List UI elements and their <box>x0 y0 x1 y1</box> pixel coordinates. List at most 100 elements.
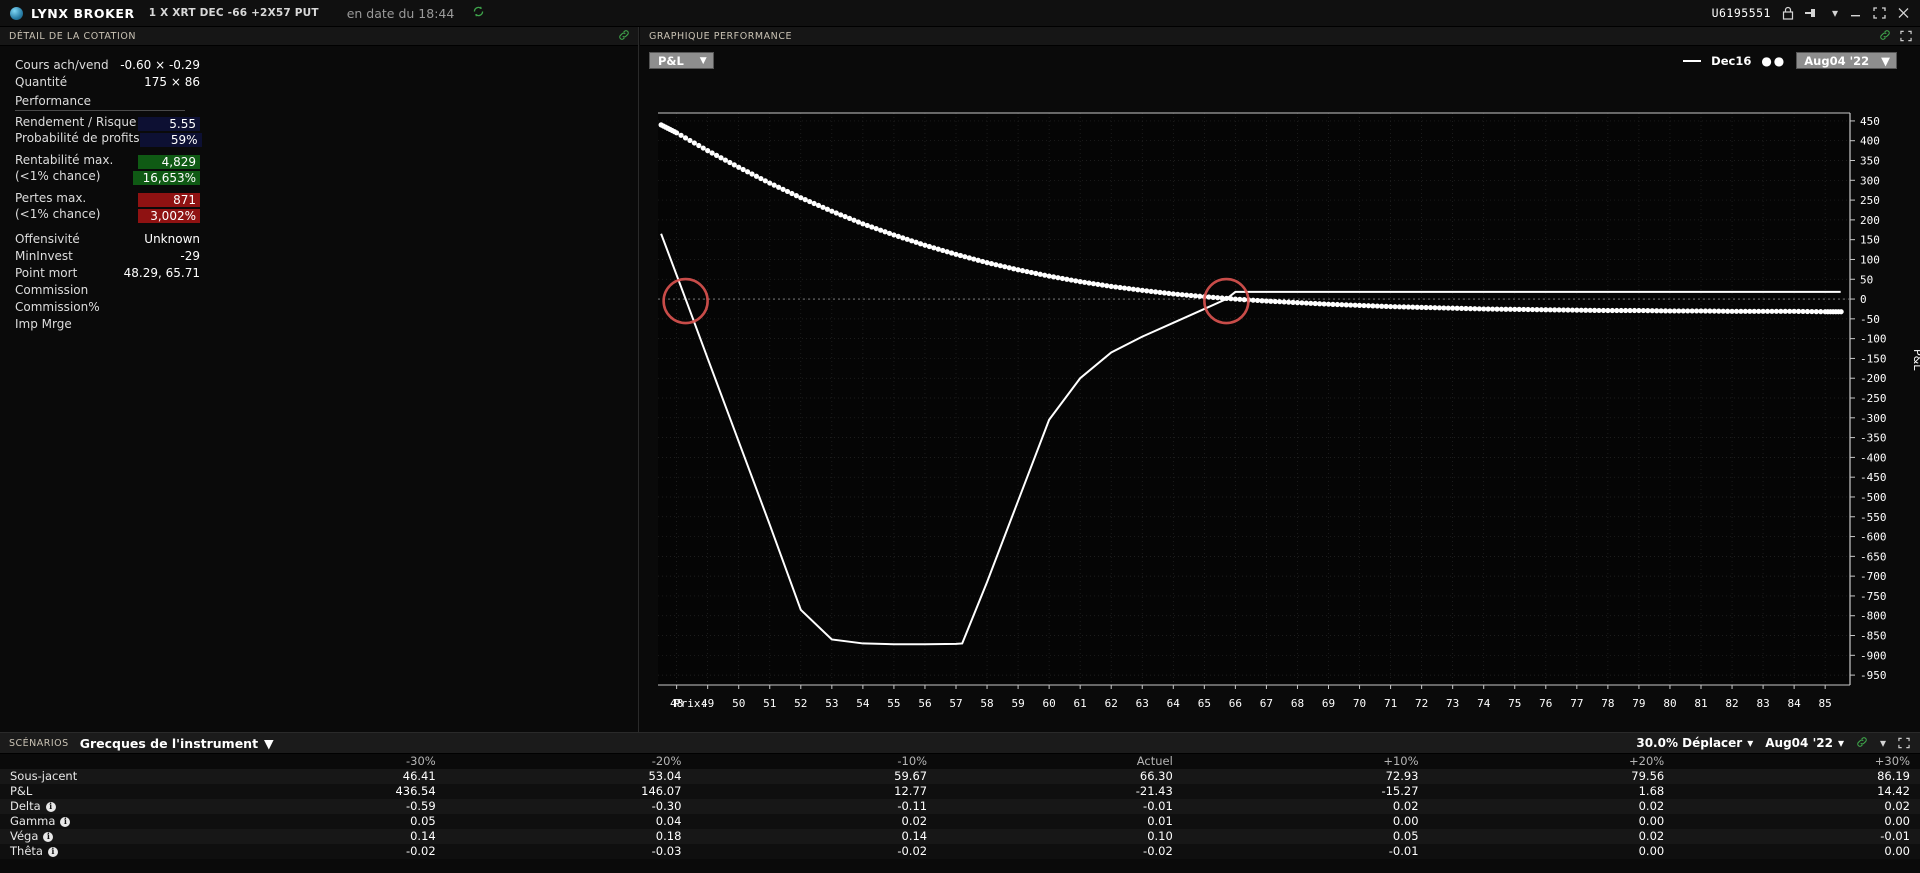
scenario-date-dropdown[interactable]: Aug04 '22 ▾ <box>1765 736 1844 750</box>
lock-icon[interactable] <box>1782 6 1794 20</box>
quote-value: 175 × 86 <box>144 74 200 89</box>
series-dot <box>1272 298 1278 305</box>
series-dot <box>1769 308 1775 314</box>
series-dot <box>1720 308 1726 314</box>
y-tick-label: 50 <box>1860 273 1873 286</box>
series-dot <box>997 263 1003 269</box>
max-profit-chance-row: (<1% chance) 16,653% <box>0 168 200 185</box>
series-dot <box>1498 306 1505 312</box>
y-tick-label: -250 <box>1860 392 1887 405</box>
x-tick-label: 51 <box>763 697 776 710</box>
info-icon[interactable]: i <box>45 801 56 812</box>
series-dot <box>1680 308 1686 314</box>
series-dot <box>895 233 901 239</box>
y-tick-label: 200 <box>1860 214 1880 227</box>
x-tick-label: 81 <box>1694 697 1707 710</box>
series-dot <box>1285 299 1292 305</box>
y-tick-label: -850 <box>1860 630 1887 643</box>
series-dot <box>1387 303 1394 310</box>
series-dot <box>1454 305 1460 311</box>
info-icon[interactable]: i <box>43 831 54 842</box>
legend-date-dropdown[interactable]: Aug04 '22 ▼ <box>1796 52 1897 69</box>
pnl-chart-svg[interactable]: 450 400 350 300 250 200 150 100 50 0 -50 -100 -150 -2… <box>640 75 1920 751</box>
series-dot <box>1795 308 1802 314</box>
series-dot <box>1254 297 1261 304</box>
minimize-button[interactable] <box>1849 7 1862 19</box>
move-percent-dropdown[interactable]: 30.0% Déplacer ▾ <box>1636 736 1753 750</box>
series-dot <box>838 212 844 218</box>
y-tick-label: -300 <box>1860 412 1887 425</box>
series-dot <box>1210 294 1216 300</box>
series-dot <box>913 239 919 245</box>
pin-icon[interactable] <box>1804 7 1821 19</box>
expand-icon[interactable] <box>1900 30 1912 42</box>
column-header--30%: -30% <box>405 754 436 768</box>
series-dot <box>824 206 830 212</box>
pin-dropdown-caret-icon[interactable]: ▾ <box>1832 7 1838 19</box>
series-dot <box>1206 294 1212 300</box>
cell-value: -0.02 <box>897 844 928 858</box>
series-dot <box>1161 290 1168 296</box>
scenarios-mode-dropdown[interactable]: Grecques de l'instrument ▼ <box>80 736 274 751</box>
close-button[interactable] <box>1897 7 1910 19</box>
cell-value: -0.01 <box>1880 829 1910 843</box>
table-row: Gamma i 0.05 0.04 0.02 0.01 0.00 0.00 0.00 <box>0 814 1920 829</box>
series-dot <box>1521 306 1527 313</box>
series-dot <box>1747 308 1753 314</box>
series-dot <box>1303 300 1309 306</box>
y-tick-label: -800 <box>1860 610 1887 623</box>
y-tick-label: -750 <box>1860 590 1887 603</box>
link-icon[interactable] <box>618 29 630 44</box>
series-dot <box>1192 293 1199 299</box>
x-tick-label: 71 <box>1384 697 1397 710</box>
expand-icon[interactable] <box>1898 737 1910 749</box>
cell-value: 0.00 <box>1884 844 1910 858</box>
link-icon[interactable] <box>1879 29 1891 44</box>
series-dot <box>1654 308 1660 314</box>
series-dot <box>904 236 910 242</box>
cell-value: 0.00 <box>1392 814 1419 828</box>
series-dot <box>1259 298 1265 304</box>
metric-label: Commission <box>15 282 89 297</box>
series-dot <box>789 190 795 197</box>
series-dot <box>1787 308 1793 314</box>
series-dot <box>1299 300 1305 306</box>
series-dot <box>727 159 733 166</box>
max-loss-chance-value: 3,002% <box>138 208 200 223</box>
series-dot <box>1281 299 1287 305</box>
maximize-button[interactable] <box>1873 7 1886 19</box>
metric-row-breakeven: Point mort 48.29, 65.71 <box>0 264 200 281</box>
info-icon[interactable]: i <box>47 846 58 857</box>
info-icon[interactable]: i <box>60 816 71 827</box>
row-label: P&L <box>10 784 33 798</box>
chart-plot-area[interactable]: 450 400 350 300 250 200 150 100 50 0 -50 -100 -150 -2… <box>640 75 1920 751</box>
cell-value: 146.07 <box>641 784 682 798</box>
series-dot <box>1068 277 1074 283</box>
quote-row-bid-ask: Cours ach/vend -0.60 × -0.29 <box>0 56 200 73</box>
cell-value: -0.30 <box>651 799 682 813</box>
series-dot <box>1702 308 1709 314</box>
series-dot <box>784 188 791 195</box>
series-dot <box>1623 307 1629 314</box>
series-dot <box>1423 304 1429 311</box>
series-dot <box>1658 308 1664 314</box>
chevron-down-icon: ▾ <box>1837 736 1844 750</box>
link-icon[interactable] <box>1856 736 1868 751</box>
series-dot <box>807 198 813 205</box>
series-dot <box>722 157 729 163</box>
series-dot <box>926 243 932 250</box>
series-dot <box>1232 296 1238 302</box>
application-window: LYNX BROKER 1 X XRT DEC -66 +2X57 PUT en… <box>0 0 1920 873</box>
cell-value: 0.02 <box>901 814 928 828</box>
chevron-down-icon: ▾ <box>1747 736 1754 750</box>
performance-row-probability: Probabilité de profits 59% <box>0 130 202 147</box>
series-selector-dropdown[interactable]: P&L ▼ <box>649 52 714 69</box>
series-dot <box>1290 299 1296 305</box>
series-dot <box>851 217 857 223</box>
series-dot <box>944 249 950 255</box>
scenarios-caret-icon[interactable]: ▾ <box>1880 737 1886 749</box>
series-dot <box>1467 306 1474 312</box>
series-dot <box>1188 292 1194 299</box>
series-dot <box>1481 306 1487 312</box>
refresh-icon[interactable] <box>472 5 485 22</box>
